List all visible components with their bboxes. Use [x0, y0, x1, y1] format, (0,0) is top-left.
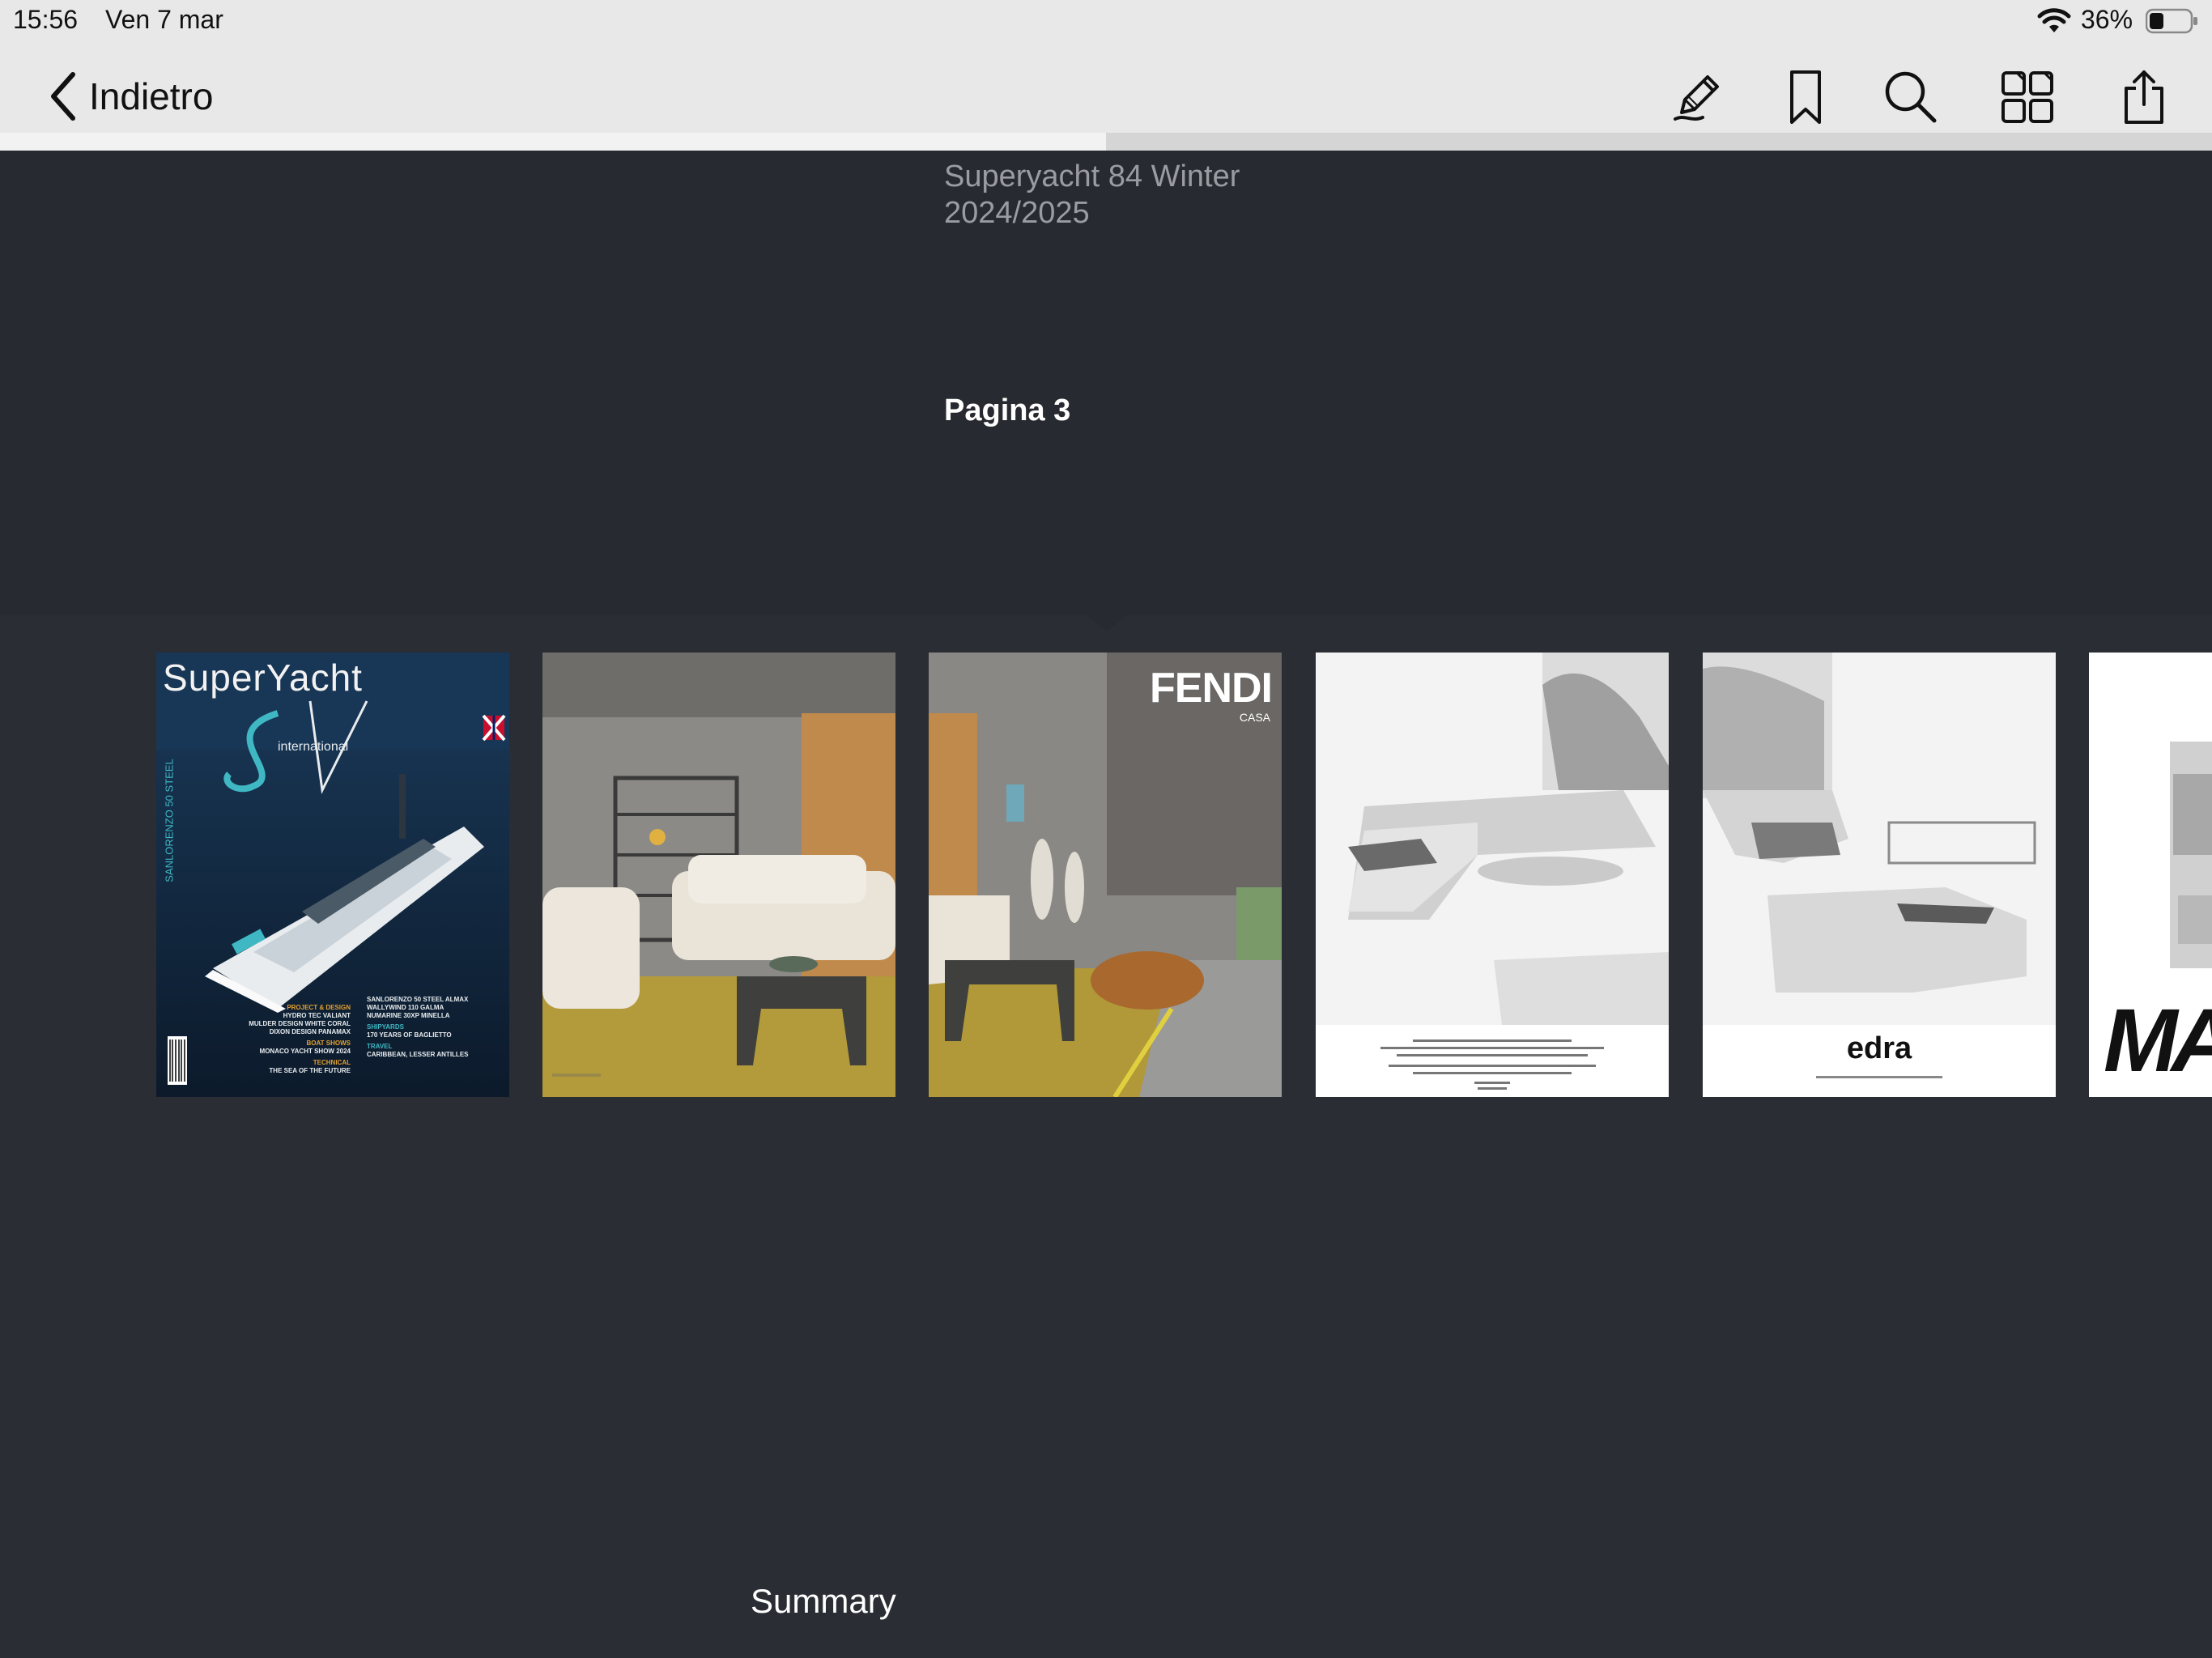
- document-title: Superyacht 84 Winter 2024/2025: [944, 159, 1240, 230]
- thumbnails-button[interactable]: [1995, 65, 2060, 130]
- status-date: Ven 7 mar: [105, 5, 223, 34]
- thumbnail-page-1[interactable]: SuperYacht international SANLORENZO 50 S…: [156, 653, 509, 1097]
- cover-line: NUMARINE 30XP MINELLA: [367, 1012, 450, 1019]
- summary-button[interactable]: Summary: [751, 1582, 896, 1621]
- cover-line: TECHNICAL: [313, 1059, 351, 1066]
- fendi-sub: CASA: [1239, 711, 1270, 724]
- fendi-logo: FENDI: [1150, 665, 1273, 712]
- thumbnail-page-2[interactable]: [542, 653, 895, 1097]
- cover-line: HYDRO TEC VALIANT: [283, 1012, 351, 1019]
- back-button[interactable]: Indietro: [49, 68, 213, 125]
- grid-icon: [2001, 71, 2053, 123]
- share-icon: [2125, 70, 2163, 124]
- cover-subtitle: international: [278, 740, 349, 754]
- cover-line: PROJECT & DESIGN: [287, 1004, 351, 1011]
- cover-masthead: SuperYacht: [163, 657, 363, 699]
- cover-line: WALLYWIND 110 GALMA: [367, 1004, 445, 1011]
- search-icon: [1885, 71, 1937, 123]
- cover-line: TRAVEL: [367, 1043, 393, 1050]
- cover-line: MONACO YACHT SHOW 2024: [259, 1048, 351, 1055]
- edra-ad-photo-left: [1316, 653, 1669, 1097]
- cover-line: DIXON DESIGN PANAMAX: [269, 1028, 351, 1035]
- reading-progress-fill: [0, 133, 1106, 151]
- bookmark-button[interactable]: [1773, 65, 1838, 130]
- thumbnail-page-5[interactable]: edra: [1703, 653, 2056, 1097]
- cover-line: CARIBBEAN, LESSER ANTILLES: [367, 1051, 469, 1058]
- cover-line: MULDER DESIGN WHITE CORAL: [249, 1020, 351, 1027]
- cover-line: 170 YEARS OF BAGLIETTO: [367, 1031, 452, 1039]
- back-label: Indietro: [89, 75, 214, 117]
- interior-photo: [542, 653, 895, 1097]
- cover-line: THE SEA OF THE FUTURE: [269, 1067, 351, 1074]
- fendi-ad-photo: [929, 653, 1282, 1097]
- edra-logo: edra: [1846, 1031, 1912, 1065]
- partial-logo: MA: [2104, 991, 2212, 1090]
- edra-ad-photo-right: [1703, 653, 2056, 1097]
- cover-line: SHIPYARDS: [367, 1023, 404, 1031]
- search-button[interactable]: [1878, 65, 1943, 130]
- annotate-icon: [1674, 75, 1719, 121]
- cover-line: SANLORENZO 50 STEEL ALMAX: [367, 996, 469, 1003]
- share-button[interactable]: [2112, 65, 2176, 130]
- cover-line: BOAT SHOWS: [306, 1039, 351, 1047]
- thumbnail-page-4[interactable]: [1316, 653, 1669, 1097]
- top-bar: 15:56 Ven 7 mar 36% Indietro: [0, 0, 2212, 133]
- bookmark-icon: [1790, 70, 1821, 124]
- chevron-left-icon: [51, 72, 75, 121]
- reading-progress-bar[interactable]: [0, 133, 2212, 151]
- wifi-icon: [2037, 8, 2071, 32]
- battery-icon: [2146, 8, 2197, 34]
- cover-lines-left: PROJECT & DESIGN HYDRO TEC VALIANT MULDE…: [205, 1004, 351, 1075]
- thumbnail-page-3[interactable]: FENDI CASA: [929, 653, 1282, 1097]
- current-page-pointer: [1087, 615, 1126, 631]
- battery-percentage: 36%: [2081, 5, 2133, 34]
- cover-spine: SANLORENZO 50 STEEL: [163, 759, 176, 882]
- thumbnail-page-6[interactable]: MA: [2089, 653, 2212, 1097]
- cover-lines-right: SANLORENZO 50 STEEL ALMAX WALLYWIND 110 …: [367, 996, 504, 1059]
- status-time: 15:56: [13, 5, 79, 34]
- page-label: Pagina 3: [944, 393, 1071, 427]
- annotate-button[interactable]: [1666, 65, 1731, 130]
